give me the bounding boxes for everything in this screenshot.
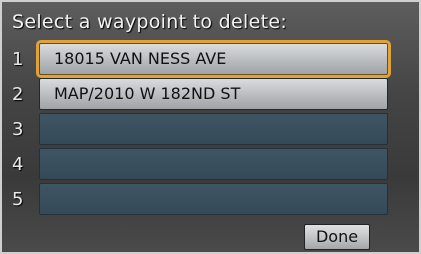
- waypoint-delete-screen: Select a waypoint to delete: 1 18015 VAN…: [0, 0, 421, 254]
- waypoint-row-2: 2 MAP/2010 W 182ND ST: [2, 78, 419, 112]
- waypoint-number: 5: [12, 189, 24, 210]
- waypoint-row-5: 5: [2, 183, 419, 217]
- waypoint-number: 4: [12, 154, 24, 175]
- done-button[interactable]: Done: [304, 224, 370, 250]
- waypoint-row-4: 4: [2, 148, 419, 182]
- waypoint-number: 3: [12, 119, 24, 140]
- waypoint-number: 2: [12, 84, 24, 105]
- waypoint-button-2[interactable]: MAP/2010 W 182ND ST: [39, 78, 388, 110]
- waypoint-row-1: 1 18015 VAN NESS AVE: [2, 40, 419, 78]
- waypoint-button-4[interactable]: [39, 148, 388, 180]
- waypoint-row-3: 3: [2, 113, 419, 147]
- waypoint-button-5[interactable]: [39, 183, 388, 215]
- waypoint-button-3[interactable]: [39, 113, 388, 145]
- waypoint-button-1[interactable]: 18015 VAN NESS AVE: [36, 40, 391, 78]
- screen-title: Select a waypoint to delete:: [12, 11, 288, 33]
- waypoint-number: 1: [12, 49, 24, 70]
